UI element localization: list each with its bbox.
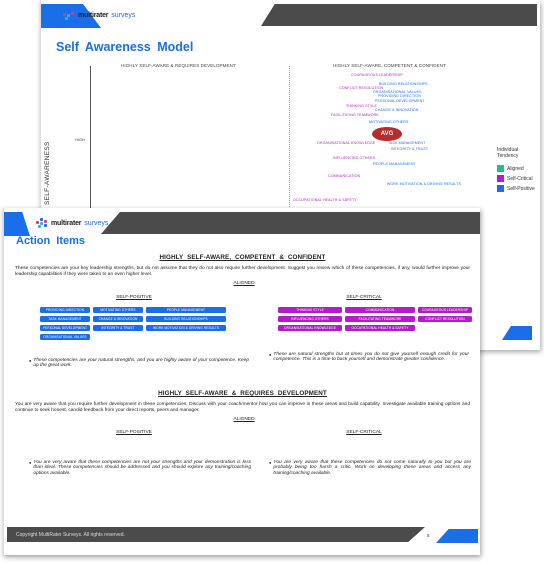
quadrant-label-right: HIGHLY SELF-AWARE, COMPETENT & CONFIDENT — [333, 63, 446, 68]
legend-swatch — [497, 165, 504, 172]
quadrant-label-left: HIGHLY SELF-AWARE & REQUIRES DEVELOPMENT — [121, 63, 236, 68]
competency-chip: ORGANISATIONAL KNOWLEDGE — [278, 325, 342, 331]
brand-suffix: surveys — [111, 11, 136, 19]
chart-point-label: WORK MOTIVATION & DRIVING RESULTS — [387, 182, 461, 186]
competency-chip: MOTIVATING OTHERS — [93, 307, 143, 313]
page-footer: Copyright MultiRater Surveys. All rights… — [7, 527, 425, 542]
page-title: Action Items — [16, 235, 86, 247]
self-positive-note: ● You are very aware that these competen… — [29, 460, 251, 476]
chart-point-label: THINKING STYLE — [346, 104, 377, 108]
self-critical-note: ● These are natural strengths but at tim… — [269, 352, 469, 363]
bullet-icon: ● — [269, 460, 272, 465]
brand-name: multirater — [78, 11, 109, 19]
quadrant-divider — [289, 66, 290, 211]
chart-point-label: INTEGRITY & TRUST — [391, 147, 429, 151]
brand-suffix: surveys — [84, 219, 109, 227]
self-critical-note: ● You are very aware that these competen… — [269, 460, 471, 476]
legend-label: Self-Critical — [507, 175, 533, 182]
competency-chip: FACILITATING TEAMWORK — [345, 316, 415, 322]
competency-chip: COMMUNICATION — [345, 307, 415, 313]
copyright-text: Copyright MultiRater Surveys. All rights… — [16, 531, 125, 538]
legend-item-aligned: Aligned — [497, 165, 540, 172]
competency-chip: CHANGE & INNOVATION — [93, 316, 143, 322]
section-paragraph: These competencies are your key leadersh… — [15, 266, 470, 277]
section-heading-competent: HIGHLY SELF-AWARE, COMPETENT & CONFIDENT — [159, 254, 326, 261]
brand-name: multirater — [51, 219, 82, 227]
competency-chip: TASK MANAGEMENT — [40, 316, 90, 322]
section-heading-requires-development: HIGHLY SELF-AWARE & REQUIRES DEVELOPMENT — [158, 390, 327, 397]
chart-point-label: COURAGEOUS LEADERSHIP — [351, 73, 403, 77]
legend-item-self-positive: Self-Positive — [497, 185, 540, 192]
note-text: You are very aware that these competenci… — [273, 460, 471, 476]
legend-title: Individual Tendency — [497, 147, 519, 159]
self-positive-note: ● These competencies are your natural st… — [29, 358, 249, 369]
legend-label: Self-Positive — [507, 185, 535, 192]
chart-point-label: MOTIVATING OTHERS — [369, 120, 409, 124]
self-positive-label: SELF-POSITIVE — [116, 430, 152, 435]
logo-mark-icon — [63, 10, 75, 20]
legend-swatch — [497, 185, 504, 192]
note-text: These are natural strengths but at times… — [273, 352, 469, 363]
brand-logo: multirater surveys — [36, 218, 108, 228]
corner-accent — [502, 326, 532, 340]
header-dark-bar — [261, 4, 537, 26]
competency-chip: PROVIDING DIRECTION — [40, 307, 90, 313]
competency-chip: INTEGRITY & TRUST — [93, 325, 143, 331]
competency-chip: ORGANISATIONAL VALUES — [40, 334, 90, 340]
competency-chip: PEOPLE MANAGEMENT — [146, 307, 226, 313]
y-axis-line — [90, 66, 91, 211]
average-marker: AVG — [372, 127, 402, 141]
section-paragraph: You are very aware that you require furt… — [15, 402, 470, 413]
self-positive-label: SELF-POSITIVE — [116, 295, 152, 300]
competency-chip: BUILDING RELATIONSHIPS — [146, 316, 226, 322]
legend-item-self-critical: Self-Critical — [497, 175, 540, 182]
page-number: 5 — [427, 533, 430, 538]
competency-chip: THINKING STYLE — [278, 307, 342, 313]
note-text: These competencies are your natural stre… — [33, 358, 249, 369]
bullet-icon: ● — [269, 352, 272, 357]
legend-swatch — [497, 175, 504, 182]
chart-point-label: TASK MANAGEMENT — [388, 141, 426, 145]
self-critical-competencies: THINKING STYLE COMMUNICATION COURAGEOUS LE… — [278, 307, 472, 331]
chart-point-label: OCCUPATIONAL HEALTH & SAFETY — [293, 198, 357, 202]
header-dark-bar — [101, 212, 480, 234]
chart-point-label: PEOPLE MANAGEMENT — [373, 162, 416, 166]
competency-chip: CONFLICT RESOLUTION — [418, 316, 472, 322]
chart-point-label: FACILITATING TEAMWORK — [331, 113, 379, 117]
competency-chip: COURAGEOUS LEADERSHIP — [418, 307, 472, 313]
header-blue-tab — [4, 212, 30, 236]
y-tick-high: HIGH — [75, 137, 85, 142]
corner-accent — [436, 529, 478, 543]
note-text: You are very aware that these competenci… — [33, 460, 251, 476]
chart-point-label: INFLUENCING OTHERS — [333, 156, 376, 160]
logo-mark-icon — [36, 218, 48, 228]
brand-logo: multirater surveys — [63, 10, 135, 20]
chart-point-label: PERSONAL DEVELOPMENT — [375, 99, 425, 103]
self-positive-competencies: PROVIDING DIRECTION MOTIVATING OTHERS PEOP… — [40, 307, 226, 340]
chart-point-label: ORGANISATIONAL KNOWLEDGE — [317, 141, 376, 145]
chart-point-label: CHANGE & INNOVATION — [375, 108, 419, 112]
aligned-label: ALIGNED — [233, 281, 255, 286]
bullet-icon: ● — [29, 358, 32, 363]
chart-point-label: PROVIDING DIRECTION — [378, 94, 421, 98]
chart-point-label: BUILDING RELATIONSHIPS — [379, 82, 428, 86]
page-title: Self Awareness Model — [56, 40, 194, 54]
chart-point-label: COMMUNICATION — [328, 174, 361, 178]
competency-chip: INFLUENCING OTHERS — [278, 316, 342, 322]
competency-chip: WORK MOTIVATION & DRIVING RESULTS — [146, 325, 226, 331]
legend-label: Aligned — [507, 165, 524, 172]
self-critical-label: SELF-CRITICAL — [346, 295, 382, 300]
aligned-label: ALIGNED — [233, 417, 255, 422]
bullet-icon: ● — [29, 460, 32, 465]
self-critical-label: SELF-CRITICAL — [346, 430, 382, 435]
legend: Individual Tendency Aligned Self-Critica… — [497, 147, 540, 195]
y-axis-label: SELF-AWARENESS — [44, 141, 51, 205]
action-items-page: multirater surveys Action Items HIGHLY SE… — [3, 208, 480, 555]
competency-chip: PERSONAL DEVELOPMENT — [40, 325, 90, 331]
competency-chip: OCCUPATIONAL HEALTH & SAFETY — [345, 325, 415, 331]
